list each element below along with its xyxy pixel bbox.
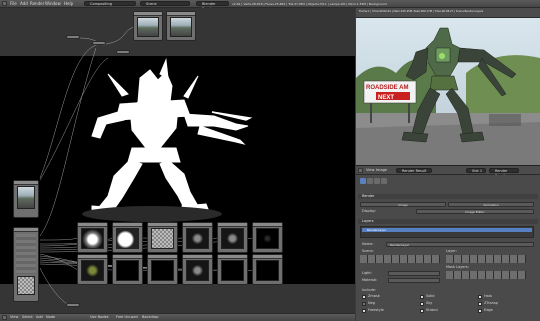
menu-add[interactable]: Add bbox=[20, 1, 28, 6]
render-layer-list: RenderLayer bbox=[360, 226, 534, 238]
pass-viewer-node[interactable] bbox=[252, 222, 283, 253]
scene-tab-icon[interactable] bbox=[367, 178, 373, 184]
composite-output-node[interactable] bbox=[66, 303, 80, 307]
render-layers-node[interactable] bbox=[13, 227, 39, 302]
freestyle-checkbox[interactable] bbox=[362, 309, 366, 313]
backdrop-toggle[interactable]: Backdrop bbox=[142, 315, 158, 319]
image-viewer[interactable]: ROADSIDE AM NEXT bbox=[356, 18, 540, 165]
node-editor-footer: View Select Add Node Use Nodes Free Unus… bbox=[0, 313, 355, 321]
image-node[interactable] bbox=[133, 11, 163, 41]
render-animation-button[interactable]: Animation bbox=[448, 202, 534, 207]
properties-tabs bbox=[358, 177, 538, 185]
pass-viewer-node[interactable] bbox=[182, 222, 213, 253]
pass-viewer-node[interactable] bbox=[182, 254, 213, 285]
pass-viewer-node[interactable] bbox=[112, 222, 143, 253]
light-override-field[interactable] bbox=[388, 271, 440, 276]
editor-type-icon[interactable] bbox=[2, 1, 7, 6]
menu-help[interactable]: Help bbox=[64, 1, 73, 6]
halo-label: Halo bbox=[484, 294, 492, 298]
menu-render[interactable]: Render bbox=[30, 1, 44, 6]
image-node[interactable] bbox=[166, 11, 196, 41]
node-editor-type-icon[interactable] bbox=[2, 315, 7, 320]
pass-viewer-node[interactable] bbox=[217, 254, 248, 285]
pass-viewer-node[interactable] bbox=[112, 254, 143, 285]
render-panel-header[interactable]: Render bbox=[358, 194, 538, 199]
image-editor-header: View Image Render Result Slot 1 Render R… bbox=[356, 165, 540, 178]
menu-window[interactable]: Window bbox=[45, 1, 61, 6]
display-dropdown[interactable]: Image Editor bbox=[416, 209, 534, 214]
neg-checkbox[interactable] bbox=[362, 302, 366, 306]
sign-text-line1: ROADSIDE AM bbox=[366, 85, 408, 91]
sky-checkbox[interactable] bbox=[420, 302, 424, 306]
render-image-button[interactable]: Image bbox=[360, 202, 446, 207]
pass-viewer-node[interactable] bbox=[147, 254, 178, 285]
layer-layers-grid[interactable] bbox=[446, 255, 526, 263]
menu-view[interactable]: View bbox=[366, 168, 374, 172]
material-override-field[interactable] bbox=[388, 278, 440, 283]
include-label: Include: bbox=[362, 288, 376, 292]
image-editor-type-icon[interactable] bbox=[358, 168, 363, 173]
pass-viewer-node[interactable] bbox=[77, 222, 108, 253]
render-info-text: Frame:1 | Time:00:00.04 | Mem:245.45M, P… bbox=[359, 10, 484, 13]
solid-checkbox[interactable] bbox=[420, 295, 424, 299]
menu-add[interactable]: Add bbox=[36, 315, 43, 319]
reroute-node[interactable] bbox=[116, 50, 130, 54]
menu-file[interactable]: File bbox=[10, 1, 17, 6]
scene-layers-grid[interactable] bbox=[360, 255, 440, 263]
pass-viewer-node[interactable] bbox=[252, 254, 283, 285]
scene-stats: v2.64 | Verts:28,818 | Faces:25,842 | Tr… bbox=[232, 2, 387, 6]
render-layer-item[interactable]: RenderLayer bbox=[362, 228, 532, 232]
pass-viewer-node[interactable] bbox=[77, 254, 108, 285]
reroute-node[interactable] bbox=[92, 41, 106, 45]
top-header: File Add Render Window Help Compositing … bbox=[0, 0, 540, 11]
menu-view[interactable]: View bbox=[10, 315, 18, 319]
object-tab-icon[interactable] bbox=[381, 178, 387, 184]
slot-selector[interactable]: Slot 1 bbox=[466, 168, 486, 173]
zmask-checkbox[interactable] bbox=[362, 295, 366, 299]
viewer-header: Frame:1 | Time:00:00.04 | Mem:245.45M, P… bbox=[356, 8, 540, 18]
layer-label: Layer: bbox=[446, 249, 457, 253]
world-tab-icon[interactable] bbox=[374, 178, 380, 184]
menu-select[interactable]: Select bbox=[22, 315, 33, 319]
pass-viewer-node[interactable] bbox=[217, 222, 248, 253]
menu-node[interactable]: Node bbox=[46, 315, 55, 319]
render-result-selector[interactable]: Render Result bbox=[489, 168, 519, 178]
render-layers-node[interactable] bbox=[13, 180, 39, 218]
ztransp-checkbox[interactable] bbox=[478, 302, 482, 306]
freestyle-label: Freestyle bbox=[368, 308, 384, 312]
render-tab-icon[interactable] bbox=[360, 178, 366, 184]
layer-name-field[interactable]: RenderLayer bbox=[386, 242, 534, 247]
scene-selector[interactable]: Scene bbox=[140, 1, 190, 6]
use-nodes-toggle[interactable]: Use Nodes bbox=[90, 315, 109, 319]
sign-text-line2: NEXT bbox=[378, 95, 394, 101]
halo-checkbox[interactable] bbox=[478, 295, 482, 299]
render-result-image: ROADSIDE AM NEXT bbox=[356, 18, 540, 165]
mask-layers-grid[interactable] bbox=[446, 271, 526, 279]
mask-layers-label: Mask Layers: bbox=[446, 265, 469, 269]
image-selector[interactable]: Render Result bbox=[396, 168, 432, 173]
ztransp-label: ZTransp bbox=[484, 301, 498, 305]
free-unused-toggle[interactable]: Free Unused bbox=[116, 315, 138, 319]
reroute-node[interactable] bbox=[66, 35, 80, 39]
render-engine-selector[interactable]: Blender Render bbox=[196, 1, 229, 11]
layers-panel-header[interactable]: Layers bbox=[358, 219, 538, 224]
screen-selector[interactable]: Compositing bbox=[84, 1, 136, 6]
properties-panel[interactable]: Render Image Animation Display: Image Ed… bbox=[356, 175, 540, 321]
menu-image[interactable]: Image bbox=[376, 168, 387, 172]
pass-viewer-node[interactable] bbox=[147, 222, 178, 253]
node-editor[interactable] bbox=[0, 8, 355, 313]
